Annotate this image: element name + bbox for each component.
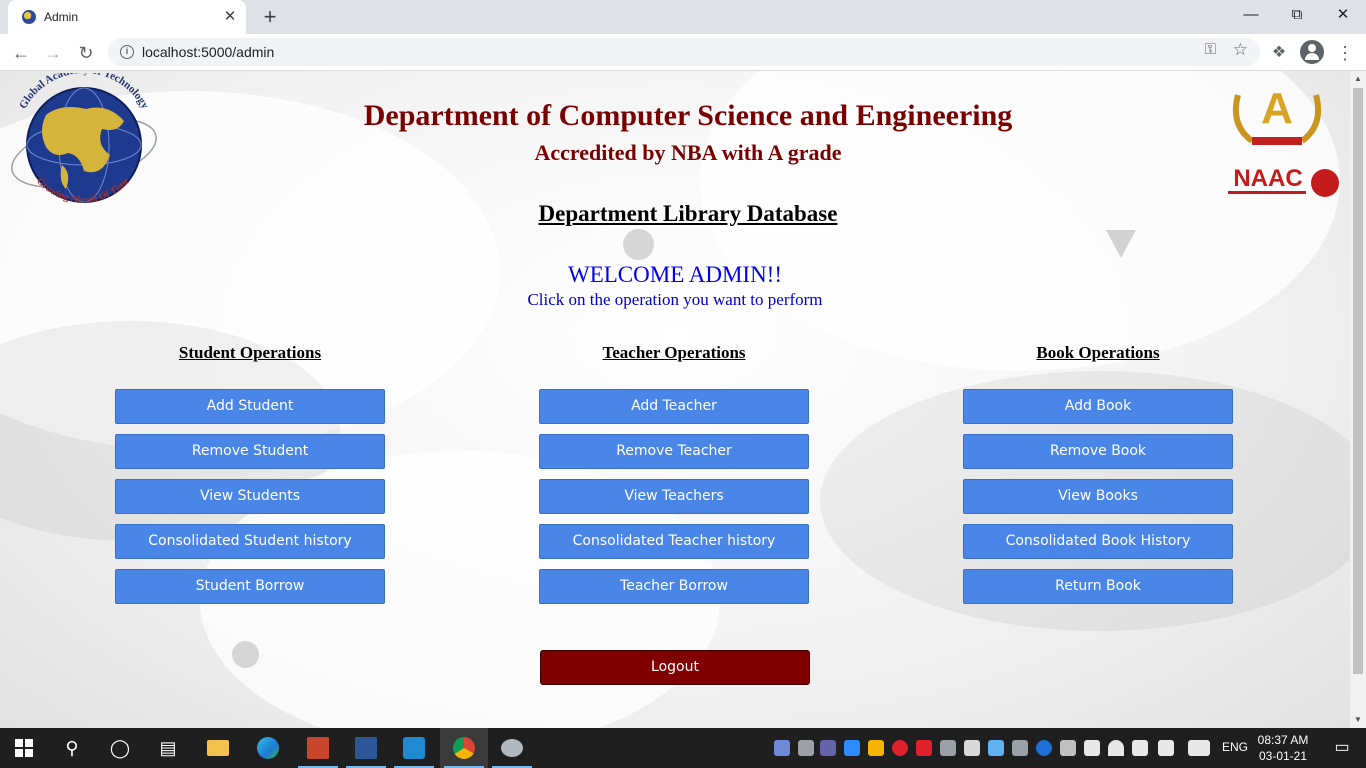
monitor-tray-icon[interactable] — [1012, 740, 1028, 756]
teacher-operations-heading: Teacher Operations — [602, 343, 746, 362]
add-teacher-button[interactable]: Add Teacher — [539, 389, 809, 424]
profile-avatar[interactable] — [1300, 40, 1324, 64]
app-tray-icon[interactable] — [868, 740, 884, 756]
welcome-message: WELCOME ADMIN!! — [568, 262, 782, 287]
reload-icon[interactable]: ↻ — [73, 40, 99, 66]
tab-title: Admin — [44, 10, 79, 24]
bluetooth-tray-icon[interactable] — [1036, 740, 1052, 756]
windows-taskbar: ⚲ ◯ ▤ ENG 08:37 AM 03-01-21 ▭ — [0, 728, 1366, 768]
view-teachers-button[interactable]: View Teachers — [539, 479, 809, 514]
clock-time: 08:37 AM — [1257, 733, 1309, 747]
task-view-icon[interactable]: ▤ — [144, 728, 192, 768]
background-dot — [623, 229, 654, 260]
extensions-icon[interactable]: ❖ — [1266, 40, 1292, 66]
wifi-icon[interactable] — [1108, 740, 1124, 756]
consolidated-book-history-button[interactable]: Consolidated Book History — [963, 524, 1233, 559]
favicon-icon — [22, 10, 36, 24]
windows-start-icon[interactable] — [0, 728, 48, 768]
tab-strip: Admin ✕ + — ⧉ ✕ — [0, 0, 1366, 34]
recorder-tray-icon[interactable] — [916, 740, 932, 756]
display-tray-icon[interactable] — [964, 740, 980, 756]
view-students-button[interactable]: View Students — [115, 479, 385, 514]
notifications-icon[interactable]: ▭ — [1318, 728, 1366, 768]
edge-icon[interactable] — [244, 728, 292, 768]
remove-student-button[interactable]: Remove Student — [115, 434, 385, 469]
page-content: Global Academy of Technology Growing Ahe… — [0, 71, 1350, 728]
network-app-tray-icon[interactable] — [988, 740, 1004, 756]
opera-tray-icon[interactable] — [892, 740, 908, 756]
teams-tray-icon[interactable] — [820, 740, 836, 756]
logout-button[interactable]: Logout — [540, 650, 810, 685]
pen-icon[interactable] — [1158, 740, 1174, 756]
minimize-icon[interactable]: — — [1228, 0, 1274, 30]
view-books-button[interactable]: View Books — [963, 479, 1233, 514]
address-bar[interactable]: i localhost:5000/admin ⚿ ☆ — [108, 38, 1260, 66]
restore-icon[interactable]: ⧉ — [1274, 0, 1320, 30]
background-triangle — [1106, 230, 1136, 258]
back-icon[interactable]: ← — [8, 40, 34, 66]
add-book-button[interactable]: Add Book — [963, 389, 1233, 424]
scrollbar-thumb[interactable] — [1353, 88, 1363, 674]
language-indicator[interactable]: ENG — [1222, 740, 1248, 754]
url-text[interactable]: localhost:5000/admin — [142, 44, 274, 60]
keyboard-icon[interactable] — [1188, 740, 1210, 756]
powerpoint-icon[interactable] — [294, 728, 342, 768]
zoom-tray-icon[interactable] — [844, 740, 860, 756]
cloud-tray-icon[interactable] — [940, 740, 956, 756]
page-scrollbar[interactable]: ▲ ▼ — [1350, 71, 1366, 728]
clock-date: 03-01-21 — [1258, 749, 1308, 763]
site-info-icon[interactable]: i — [120, 45, 134, 59]
consolidated-student-history-button[interactable]: Consolidated Student history — [115, 524, 385, 559]
discord-tray-icon[interactable] — [774, 740, 790, 756]
search-icon[interactable]: ⚲ — [48, 728, 96, 768]
library-title: Department Library Database — [538, 201, 838, 226]
student-operations-heading: Student Operations — [178, 343, 322, 362]
camera-tray-icon[interactable] — [798, 740, 814, 756]
return-book-button[interactable]: Return Book — [963, 569, 1233, 604]
teacher-borrow-button[interactable]: Teacher Borrow — [539, 569, 809, 604]
cortana-icon[interactable]: ◯ — [96, 728, 144, 768]
scroll-up-icon[interactable]: ▲ — [1353, 74, 1363, 84]
clock[interactable]: 08:37 AM 03-01-21 — [1250, 732, 1316, 764]
key-icon[interactable]: ⚿ — [1205, 41, 1216, 58]
consolidated-teacher-history-button[interactable]: Consolidated Teacher history — [539, 524, 809, 559]
browser-tab[interactable]: Admin ✕ — [8, 0, 246, 34]
accreditation-subtitle: Accredited by NBA with A grade — [534, 140, 842, 165]
close-tab-icon[interactable]: ✕ — [220, 7, 240, 27]
battery-icon[interactable] — [1084, 740, 1100, 756]
window-close-icon[interactable]: ✕ — [1320, 0, 1366, 30]
security-tray-icon[interactable] — [1060, 740, 1076, 756]
menu-icon[interactable]: ⋮ — [1332, 40, 1358, 66]
forward-icon[interactable]: → — [40, 40, 66, 66]
book-operations-heading: Book Operations — [1036, 343, 1160, 362]
page-title: Department of Computer Science and Engin… — [363, 99, 1013, 132]
browser-toolbar: ← → ↻ i localhost:5000/admin ⚿ ☆ ❖ ⋮ — [0, 34, 1366, 71]
student-borrow-button[interactable]: Student Borrow — [115, 569, 385, 604]
bookmark-star-icon[interactable]: ☆ — [1233, 40, 1248, 60]
scroll-down-icon[interactable]: ▼ — [1353, 715, 1363, 725]
add-student-button[interactable]: Add Student — [115, 389, 385, 424]
remove-book-button[interactable]: Remove Book — [963, 434, 1233, 469]
vscode-icon[interactable] — [390, 728, 438, 768]
volume-icon[interactable] — [1132, 740, 1148, 756]
word-icon[interactable] — [342, 728, 390, 768]
instruction-text: Click on the operation you want to perfo… — [527, 290, 823, 309]
naac-text: NAAC — [1233, 165, 1302, 192]
paint-icon[interactable] — [488, 728, 536, 768]
remove-teacher-button[interactable]: Remove Teacher — [539, 434, 809, 469]
new-tab-button[interactable]: + — [258, 5, 282, 29]
background-dot — [232, 641, 259, 668]
chrome-icon[interactable] — [440, 728, 488, 768]
file-explorer-icon[interactable] — [194, 728, 242, 768]
